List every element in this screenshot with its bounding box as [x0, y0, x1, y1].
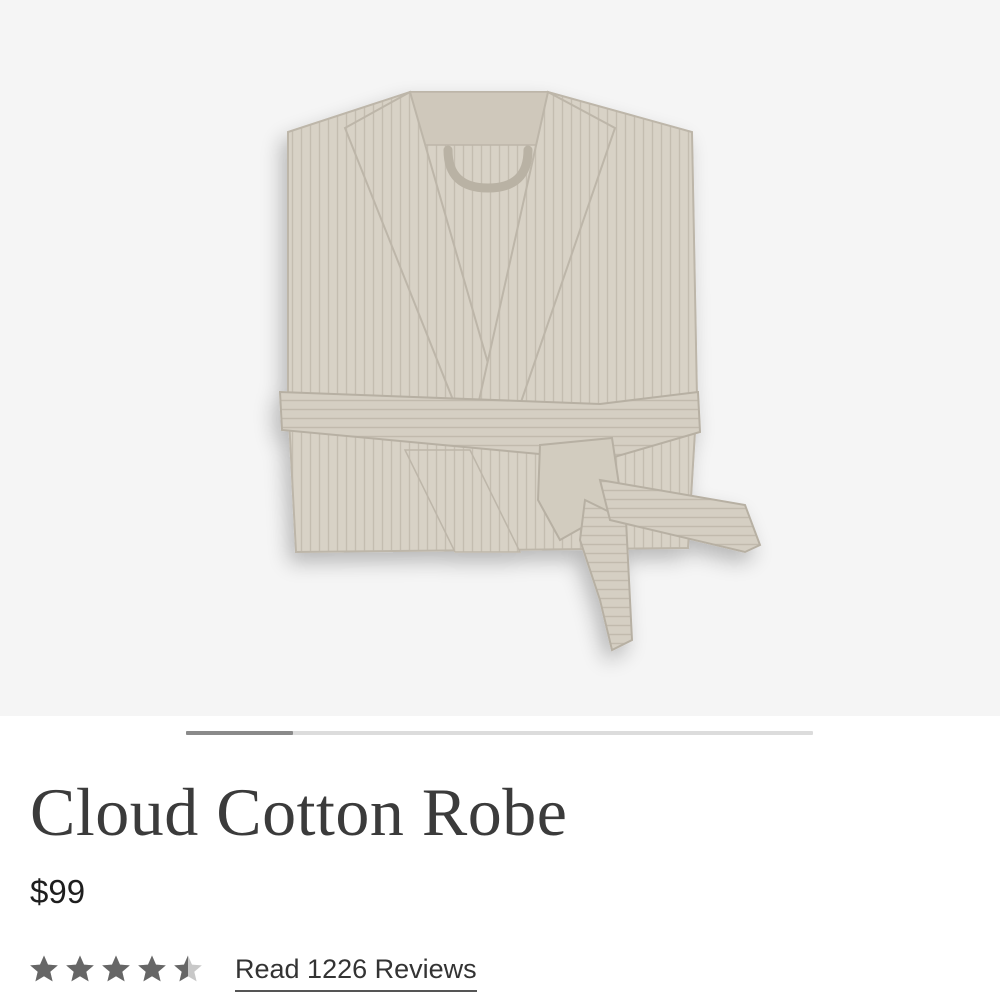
- star-filled-icon: [102, 955, 130, 982]
- star-half-icon: [174, 955, 202, 982]
- star-rating[interactable]: [28, 950, 204, 988]
- stars-container: [28, 953, 204, 985]
- star-filled-icon: [66, 955, 94, 982]
- product-price: $99: [30, 873, 86, 910]
- product-title: Cloud Cotton Robe: [30, 774, 568, 850]
- robe-illustration: [278, 90, 762, 652]
- star-filled-icon: [138, 955, 166, 982]
- star-filled-icon: [30, 955, 58, 982]
- read-reviews-link[interactable]: Read 1226 Reviews: [235, 952, 477, 992]
- product-image[interactable]: [0, 0, 1000, 716]
- image-carousel-progress[interactable]: [186, 731, 813, 735]
- carousel-progress-fill: [186, 731, 293, 735]
